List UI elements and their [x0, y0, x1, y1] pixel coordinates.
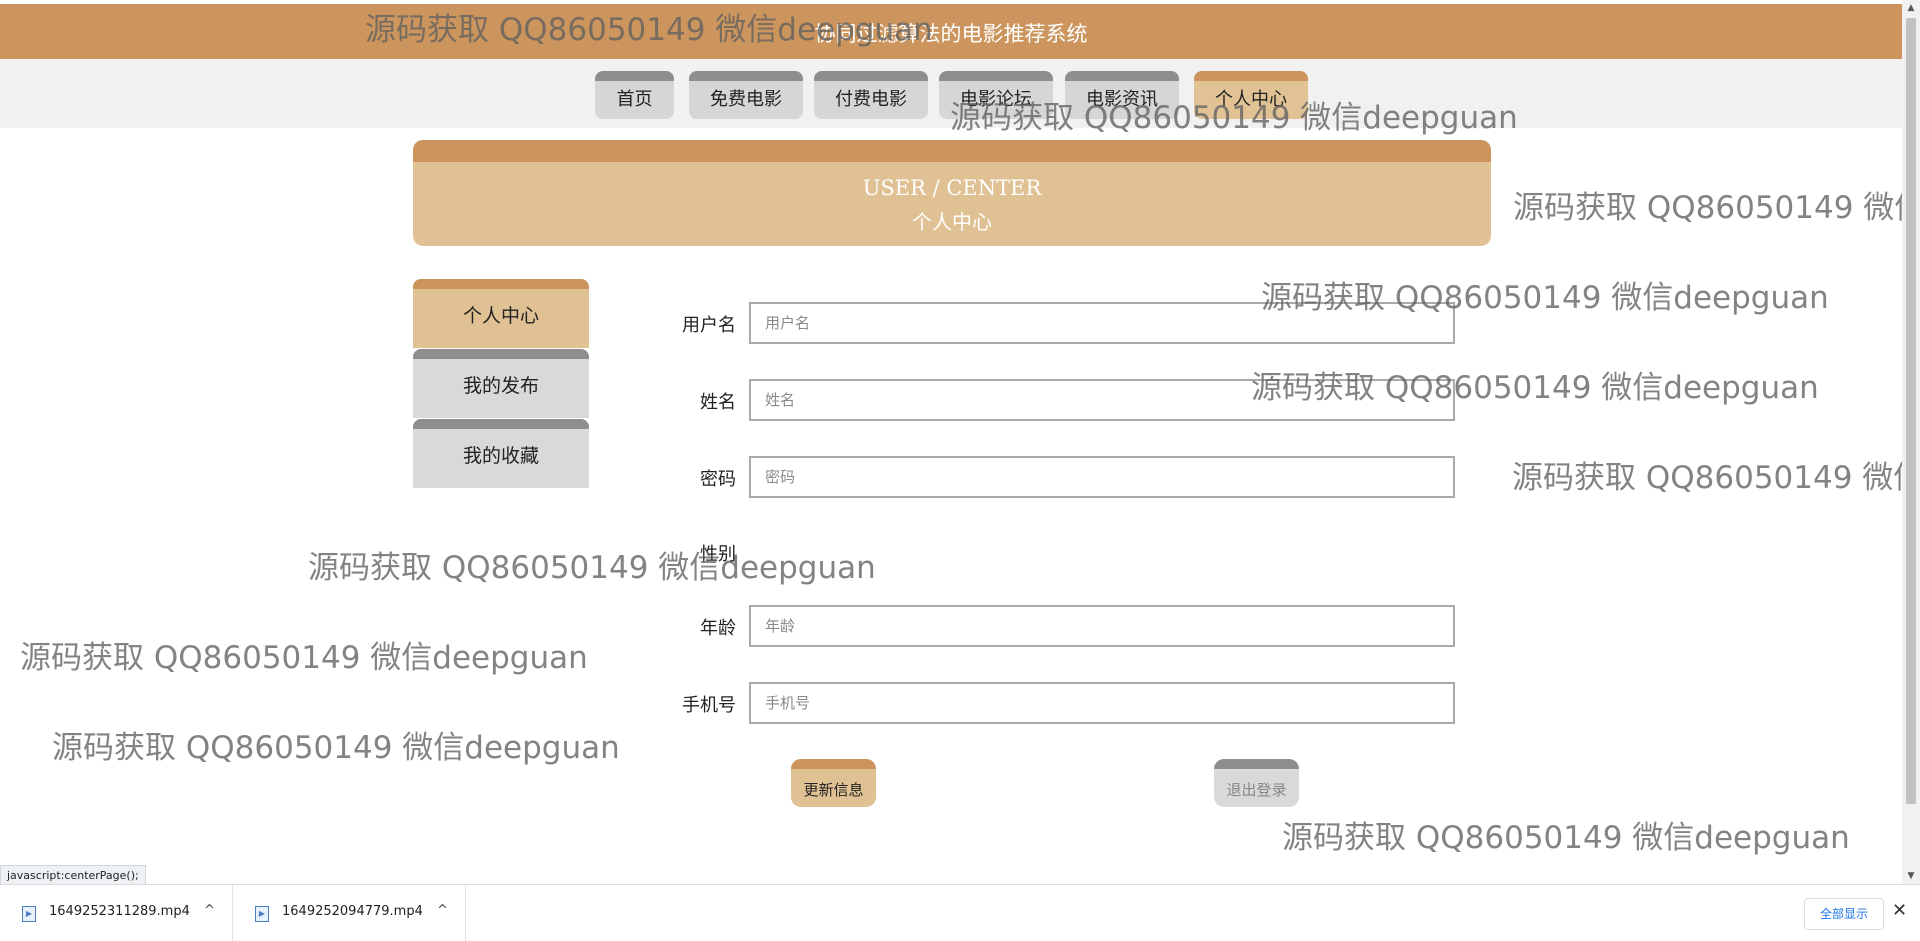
age-label: 年龄	[700, 618, 736, 639]
nav-item-label: 个人中心	[1215, 89, 1287, 110]
page-banner: USER / CENTER 个人中心	[413, 140, 1491, 246]
nav-item-news[interactable]: 电影资讯	[1065, 71, 1179, 119]
phone-label: 手机号	[682, 695, 736, 716]
watermark: 源码获取 QQ86050149 微信deepguan	[308, 550, 876, 586]
nav-item-label: 付费电影	[835, 89, 907, 110]
download-file-name: 1649252311289.mp4	[49, 904, 190, 919]
watermark: 源码获取 QQ86050149 微信deepguan	[52, 730, 620, 766]
update-info-button[interactable]: 更新信息	[791, 759, 876, 807]
banner-title-zh: 个人中心	[912, 210, 992, 234]
nav-item-label: 首页	[616, 89, 653, 110]
name-label: 姓名	[700, 392, 736, 413]
age-input[interactable]	[749, 605, 1455, 647]
name-input[interactable]	[749, 379, 1455, 421]
show-all-downloads-button[interactable]: 全部显示	[1804, 898, 1884, 930]
watermark: 源码获取 QQ86050149 微信deepguan	[20, 640, 588, 676]
video-file-icon: ▶	[255, 906, 269, 922]
download-bar: ▶ 1649252311289.mp4 ^ ▶ 1649252094779.mp…	[0, 884, 1920, 941]
status-url: javascript:centerPage();	[0, 865, 146, 884]
nav-item-label: 免费电影	[710, 89, 782, 110]
chevron-up-icon[interactable]: ^	[204, 903, 215, 918]
phone-input[interactable]	[749, 682, 1455, 724]
nav-item-forum[interactable]: 电影论坛	[939, 71, 1053, 119]
scroll-down-arrow-icon[interactable]: ▼	[1906, 870, 1916, 882]
download-file-name: 1649252094779.mp4	[282, 904, 423, 919]
side-item-my-posts[interactable]: 我的发布	[413, 349, 589, 418]
password-label: 密码	[700, 469, 736, 490]
watermark: 源码获取 QQ86050149 微信deepguan	[1282, 820, 1850, 856]
banner-top-strip	[413, 140, 1491, 162]
nav-item-label: 电影论坛	[960, 89, 1032, 110]
banner-title-en: USER / CENTER	[862, 176, 1042, 200]
nav-item-free-movies[interactable]: 免费电影	[689, 71, 803, 119]
watermark: 源码获取 QQ86050149 微信deepguan	[1512, 460, 1902, 496]
scroll-up-arrow-icon[interactable]: ▲	[1906, 2, 1916, 14]
close-icon[interactable]: ✕	[1892, 900, 1907, 921]
chevron-up-icon[interactable]: ^	[437, 903, 448, 918]
video-file-icon: ▶	[22, 906, 36, 922]
page: 协同过滤算法的电影推荐系统 首页 免费电影 付费电影 电影论坛 电影资讯 个人中…	[0, 0, 1902, 884]
download-item[interactable]: ▶ 1649252311289.mp4 ^	[0, 885, 233, 941]
username-input[interactable]	[749, 302, 1455, 344]
logout-label: 退出登录	[1226, 781, 1287, 799]
gender-label: 性别	[700, 544, 736, 565]
side-item-label: 我的发布	[462, 375, 539, 397]
site-header: 协同过滤算法的电影推荐系统	[0, 4, 1902, 59]
password-input[interactable]	[749, 456, 1455, 498]
side-item-label: 我的收藏	[462, 445, 539, 467]
nav-item-user-center[interactable]: 个人中心	[1194, 71, 1308, 119]
vertical-scrollbar[interactable]: ▲ ▼	[1902, 0, 1920, 884]
main-nav: 首页 免费电影 付费电影 电影论坛 电影资讯 个人中心	[0, 59, 1902, 128]
logout-button[interactable]: 退出登录	[1214, 759, 1299, 807]
username-label: 用户名	[682, 315, 736, 336]
nav-item-paid-movies[interactable]: 付费电影	[814, 71, 928, 119]
site-title: 协同过滤算法的电影推荐系统	[814, 22, 1088, 46]
scroll-thumb[interactable]	[1906, 18, 1916, 804]
side-item-my-favorites[interactable]: 我的收藏	[413, 419, 589, 488]
update-info-label: 更新信息	[803, 781, 864, 799]
download-item[interactable]: ▶ 1649252094779.mp4 ^	[233, 885, 466, 941]
watermark: 源码获取 QQ86050149 微信deepguan	[1513, 190, 1902, 226]
side-item-label: 个人中心	[462, 305, 539, 327]
nav-item-label: 电影资讯	[1086, 89, 1158, 110]
nav-item-home[interactable]: 首页	[595, 71, 674, 119]
side-item-user-center[interactable]: 个人中心	[413, 279, 589, 348]
